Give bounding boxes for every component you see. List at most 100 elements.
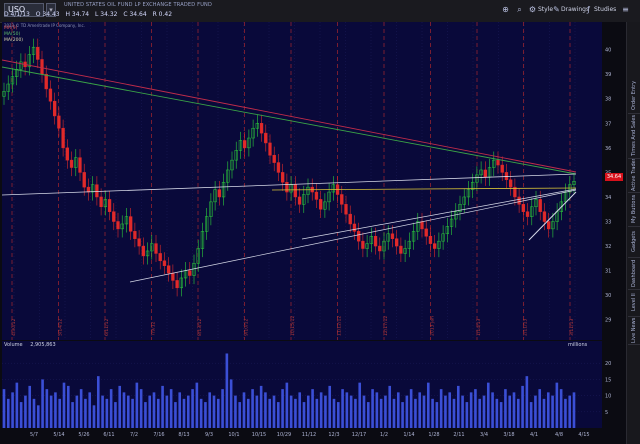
price-tick: 34 [605,195,611,201]
candle-body [175,280,179,289]
candle-body [65,147,69,161]
volume-bar [426,382,430,428]
time-tick: 11/12 [302,432,316,438]
event-label: 7/9/12 [151,321,157,336]
candle-body [86,186,91,193]
volume-bar [191,389,194,428]
volume-bar [469,392,473,428]
candle-body [348,213,352,225]
time-tick: 12/17 [352,432,366,438]
candle-body [483,169,487,178]
volume-bar [456,385,460,428]
candle-body [361,240,365,249]
time-tick: 1/14 [403,432,414,438]
candle-body [424,228,428,237]
candle-body [399,245,403,254]
volume-bar [542,398,546,428]
candle-body [504,172,509,181]
candle-body [352,223,357,232]
volume-bar [161,385,164,428]
side-tab-gadgets[interactable]: Gadgets [628,226,640,258]
price-chart[interactable]: 4/30/12 5/14/12 6/11/12 7/9/12 8/13/12 9/10/1… [2,22,602,340]
time-tick: 10/1 [228,432,239,438]
price-tick: 38 [605,97,611,103]
volume-bar [349,395,353,428]
event-label: 11/12/12 [337,316,343,336]
volume-bar [114,402,117,428]
volume-units: millions [568,342,588,348]
candle-body [281,172,285,183]
candle-body [268,142,272,156]
side-tab-dashboard[interactable]: Dashboard [628,257,640,290]
candle-body [357,231,361,242]
volume-bar [448,392,452,428]
volume-bar [96,376,100,428]
volume-chart[interactable] [2,341,602,428]
time-tick: 1/2 [380,432,388,438]
volume-bar [84,398,87,428]
volume-bar [465,402,469,428]
side-tab-my-buttons[interactable]: My Buttons [628,192,640,227]
candle-body [141,245,145,257]
side-tab-active-trader[interactable]: Active Trader [628,158,640,193]
search-icon[interactable]: ⌕ [514,4,525,15]
studies-button[interactable]: Studies [594,3,616,17]
volume-bar [461,395,464,428]
candle-body [167,265,171,274]
time-tick: 10/29 [277,432,291,438]
candle-body [188,270,192,276]
volume-bar [58,398,62,428]
event-label: 4/30/12 [11,319,17,336]
candle-body [420,221,424,230]
volume-tick: 20 [605,361,611,367]
volume-bar [178,392,182,428]
volume-bar [345,392,349,428]
candle-body [373,235,378,247]
candle-body [129,216,133,232]
event-label: 3/11/13 [569,319,575,336]
price-tick-labels: 403938373635343332313029 [605,48,611,324]
crosshair-icon[interactable]: ⊕ [500,4,511,15]
volume-bar [204,402,207,428]
candle-body [171,272,175,281]
volume-bar [118,385,122,428]
candle-body [78,157,82,173]
volume-bar [478,398,482,428]
side-tab-level-ii[interactable]: Level II [628,289,640,317]
volume-bar [276,402,280,428]
volume-bar [499,402,503,428]
menu-icon[interactable]: ≡ [620,4,631,15]
volume-header: Volume 2,905,863 [4,342,62,348]
chart-toolbar: USO ▾ UNITED STATES OIL FUND LP EXCHANGE… [0,0,640,23]
volume-bar [504,389,507,428]
candle-body [517,196,521,205]
last-price-badge: 34.64 [605,173,623,181]
candle-body [521,204,525,212]
time-axis[interactable]: 5/7 5/14 5/26 6/11 7/2 7/16 8/13 9/3 10/1 10/15 10… [2,428,626,444]
time-tick: 6/11 [103,432,114,438]
candle-body [547,221,551,230]
side-tab-live-news[interactable]: Live News [628,316,640,345]
side-gadget-strip: Live News Level II Dashboard Gadgets My Butt… [626,22,640,444]
volume-bar [568,395,572,428]
volume-bar [392,398,396,428]
time-tick: 12/3 [328,432,339,438]
candle-body [133,231,137,239]
price-axis[interactable]: 403938373635343332313029 2015105 [602,22,626,428]
candle-body [496,159,500,166]
candle-body [344,204,348,215]
candle-body [285,181,289,193]
style-gear-icon[interactable]: ⚙ [527,4,538,15]
candle-body [112,211,116,222]
volume-bar [216,398,220,428]
studies-icon[interactable]: ƒ [583,4,594,15]
volume-bar [165,395,169,428]
volume-bar [2,389,6,428]
candle-body [57,115,61,129]
side-tab-order-entry[interactable]: Order Entry [628,77,640,114]
side-tab-times-and-sales[interactable]: Times And Sales [628,113,640,159]
volume-tick: 15 [605,377,611,383]
volume-bar [246,398,250,428]
candle-body [272,154,276,163]
time-tick: 8/13 [178,432,189,438]
